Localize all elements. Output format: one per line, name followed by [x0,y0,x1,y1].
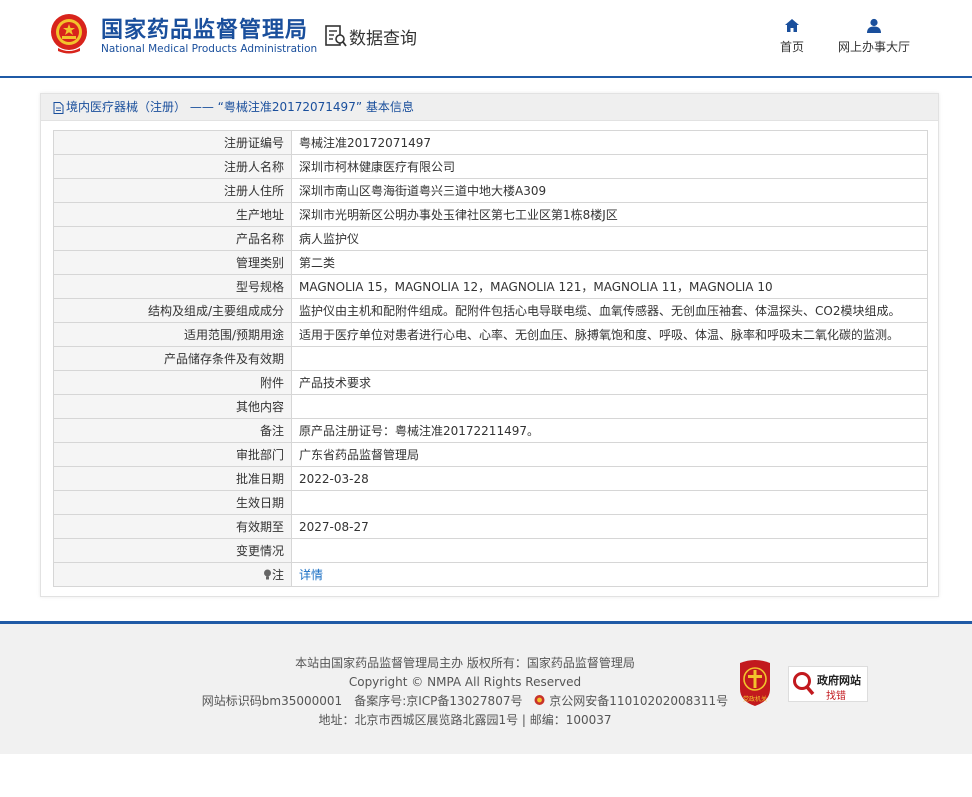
party-badge-text: 党政机关 [743,695,767,703]
field-label: 生产地址 [53,202,292,227]
field-value: 2027-08-27 [291,514,928,539]
footer-site-id: 网站标识码bm35000001 [201,694,343,708]
field-value: 广东省药品监督管理局 [291,442,928,467]
nav-online-hall[interactable]: 网上办事大厅 [834,18,914,55]
table-row: 产品名称 病人监护仪 [53,226,928,251]
field-label: 批准日期 [53,466,292,491]
table-row: 审批部门 广东省药品监督管理局 [53,442,928,467]
field-label: 型号规格 [53,274,292,299]
nav-online-hall-label: 网上办事大厅 [837,40,910,54]
table-row: 注 详情 [53,562,928,587]
gov-badge-subtitle: 找错 [826,691,846,702]
field-value: 2022-03-28 [291,466,928,491]
note-label-cell: 注 [53,562,292,587]
field-label: 结构及组成/主要组成成分 [53,298,292,323]
field-value: 深圳市南山区粤海街道粤兴三道中地大楼A309 [291,178,928,203]
details-link[interactable]: 详情 [299,568,323,582]
field-value: 粤械注准20172071497 [291,130,928,155]
table-row: 注册证编号 粤械注准20172071497 [53,130,928,155]
table-row: 管理类别 第二类 [53,250,928,275]
footer-address: 地址：北京市西城区展览路北露园1号 | 邮编：100037 [318,713,612,727]
data-query-icon[interactable] [325,24,347,48]
field-value: 原产品注册证号：粤械注准20172211497。 [291,418,928,443]
nav-home[interactable]: 首页 [774,18,810,55]
footer-copyright: Copyright © NMPA All Rights Reserved [348,675,582,689]
field-label: 其他内容 [53,394,292,419]
field-value: 监护仪由主机和配附件组成。配附件包括心电导联电缆、血氧传感器、无创血压袖套、体温… [291,298,928,323]
field-value: 深圳市光明新区公明办事处玉律社区第七工业区第1栋8楼J区 [291,202,928,227]
field-value [291,394,928,419]
footer-registration-line: 网站标识码bm35000001 备案序号:京ICP备13027807号 京公网安备… [180,692,750,711]
table-row: 备注 原产品注册证号：粤械注准20172211497。 [53,418,928,443]
footer-icp-link[interactable]: 备案序号:京ICP备13027807号 [354,694,522,708]
field-value: 病人监护仪 [291,226,928,251]
field-label: 生效日期 [53,490,292,515]
note-label: 注 [271,568,284,582]
table-row: 有效期至 2027-08-27 [53,514,928,539]
table-row: 变更情况 [53,538,928,563]
table-row: 适用范围/预期用途 适用于医疗单位对患者进行心电、心率、无创血压、脉搏氧饱和度、呼… [53,322,928,347]
field-value [291,490,928,515]
gov-badge-title: 政府网站 [817,674,861,687]
field-label: 管理类别 [53,250,292,275]
field-label: 产品储存条件及有效期 [53,346,292,371]
field-value [291,346,928,371]
home-icon [785,19,799,32]
field-value: MAGNOLIA 15，MAGNOLIA 12，MAGNOLIA 121，MAG… [291,274,928,299]
field-value: 深圳市柯林健康医疗有限公司 [291,154,928,179]
table-row: 生产地址 深圳市光明新区公明办事处玉律社区第七工业区第1栋8楼J区 [53,202,928,227]
table-row: 结构及组成/主要组成成分 监护仪由主机和配附件组成。配附件包括心电导联电缆、血氧传… [53,298,928,323]
registration-info-table: 注册证编号 粤械注准20172071497 注册人名称 深圳市柯林健康医疗有限公司 注册… [53,130,928,587]
document-icon [53,101,64,114]
field-value: 第二类 [291,250,928,275]
table-row: 附件 产品技术要求 [53,370,928,395]
data-query-label[interactable]: 数据查询 [349,24,417,49]
footer-text: 本站由国家药品监督管理局主办 版权所有：国家药品监督管理局 Copyright … [180,654,750,730]
brand-title-cn[interactable]: 国家药品监督管理局 [101,12,308,44]
table-row: 型号规格 MAGNOLIA 15，MAGNOLIA 12，MAGNOLIA 121… [53,274,928,299]
footer-sponsor: 本站由国家药品监督管理局主办 版权所有：国家药品监督管理局 [295,656,635,670]
field-value: 产品技术要求 [291,370,928,395]
table-row: 产品储存条件及有效期 [53,346,928,371]
field-label: 注册证编号 [53,130,292,155]
party-badge-icon: 党政机关 [740,660,770,706]
panel-title: 境内医疗器械（注册） —— “粤械注准20172071497” 基本信息 [66,100,414,114]
field-label: 产品名称 [53,226,292,251]
table-row: 批准日期 2022-03-28 [53,466,928,491]
field-label: 变更情况 [53,538,292,563]
table-row: 注册人住所 深圳市南山区粤海街道粤兴三道中地大楼A309 [53,178,928,203]
field-label: 适用范围/预期用途 [53,322,292,347]
lightbulb-icon [263,569,271,580]
nav-home-label: 首页 [779,40,804,54]
party-government-badge[interactable]: 党政机关 [736,659,774,707]
field-label: 备注 [53,418,292,443]
brand-title-en[interactable]: National Medical Products Administration [101,43,317,55]
site-header: 国家药品监督管理局 National Medical Products Admi… [0,0,972,78]
panel-title-bar: 境内医疗器械（注册） —— “粤械注准20172071497” 基本信息 [41,94,938,121]
field-label: 附件 [53,370,292,395]
police-badge-icon [534,695,545,705]
user-icon [867,18,881,33]
table-row: 生效日期 [53,490,928,515]
national-emblem-icon [51,14,87,54]
gov-website-report-badge[interactable]: 政府网站 找错 [788,666,868,702]
site-footer: 本站由国家药品监督管理局主办 版权所有：国家药品监督管理局 Copyright … [0,621,972,754]
field-label: 有效期至 [53,514,292,539]
field-value [291,538,928,563]
field-value: 适用于医疗单位对患者进行心电、心率、无创血压、脉搏氧饱和度、呼吸、体温、脉率和呼… [291,322,928,347]
field-label: 注册人住所 [53,178,292,203]
table-row: 注册人名称 深圳市柯林健康医疗有限公司 [53,154,928,179]
note-value-cell: 详情 [291,562,928,587]
table-row: 其他内容 [53,394,928,419]
field-label: 审批部门 [53,442,292,467]
magnifier-icon [793,672,815,696]
footer-police-link[interactable]: 京公网安备11010202008311号 [549,694,728,708]
detail-panel: 境内医疗器械（注册） —— “粤械注准20172071497” 基本信息 注册证… [40,93,939,597]
field-label: 注册人名称 [53,154,292,179]
